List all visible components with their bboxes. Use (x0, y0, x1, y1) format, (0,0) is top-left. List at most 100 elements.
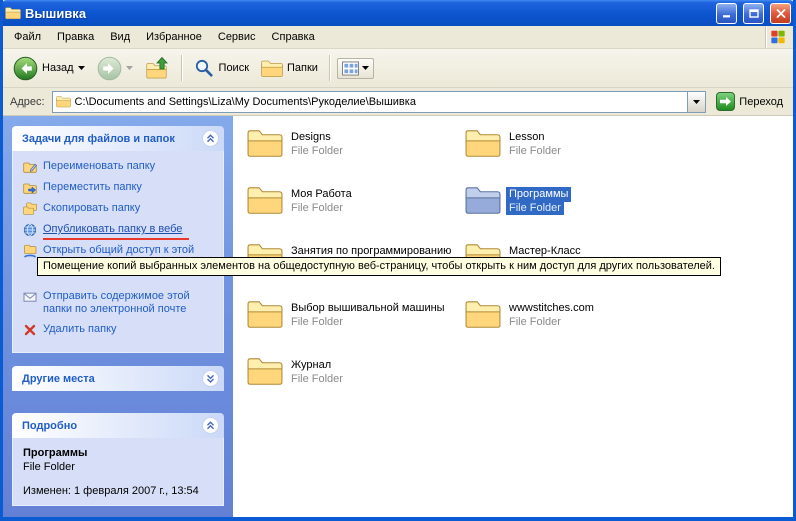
other-places-title: Другие места (22, 373, 202, 385)
share-folder-icon (23, 244, 37, 258)
chevron-up-icon (206, 134, 215, 143)
file-item-selected[interactable]: ПрограммыFile Folder (465, 185, 683, 242)
forward-button[interactable] (92, 53, 138, 84)
details-item-modified: Изменен: 1 февраля 2007 г., 13:54 (23, 485, 219, 497)
details-header[interactable]: Подробно (12, 413, 224, 438)
panel-file-tasks: Задачи для файлов и папок Переименовать … (12, 126, 224, 353)
details-item-name: Программы (23, 447, 219, 459)
back-icon (13, 56, 38, 81)
back-button[interactable]: Назад (8, 53, 90, 84)
publish-web-icon (23, 223, 37, 237)
address-label: Адрес: (10, 96, 45, 108)
annotation-underline (43, 238, 189, 240)
file-tasks-title: Задачи для файлов и папок (22, 133, 202, 145)
menu-view[interactable]: Вид (102, 28, 138, 46)
folder-icon (247, 128, 283, 158)
menu-file[interactable]: Файл (6, 28, 49, 46)
menu-tools[interactable]: Сервис (210, 28, 264, 46)
file-item[interactable]: Выбор вышивальной машиныFile Folder (247, 299, 465, 356)
task-move-folder[interactable]: Переместить папку (23, 181, 219, 195)
go-icon (716, 92, 735, 111)
task-delete-folder[interactable]: Удалить папку (23, 323, 219, 337)
window-folder-icon (5, 6, 21, 20)
go-button[interactable]: Переход (713, 92, 786, 111)
copy-folder-icon (23, 202, 37, 216)
folder-icon (247, 356, 283, 386)
minimize-button[interactable] (716, 3, 737, 24)
close-icon (776, 9, 786, 18)
other-places-header[interactable]: Другие места (12, 366, 224, 391)
move-folder-icon (23, 181, 37, 195)
views-button[interactable] (337, 58, 374, 79)
folder-icon (465, 299, 501, 329)
chevron-down-icon (206, 374, 215, 383)
go-label: Переход (739, 96, 783, 108)
task-copy-folder[interactable]: Скопировать папку (23, 202, 219, 216)
up-folder-icon (145, 56, 170, 80)
search-button[interactable]: Поиск (189, 55, 254, 82)
back-dropdown-icon (78, 66, 85, 70)
maximize-icon (749, 9, 759, 18)
collapse-button[interactable] (202, 130, 219, 147)
details-title: Подробно (22, 420, 202, 432)
maximize-button[interactable] (743, 3, 764, 24)
back-label: Назад (42, 62, 74, 74)
window-title: Вышивка (25, 6, 86, 21)
file-item[interactable]: wwwstitches.comFile Folder (465, 299, 683, 356)
folder-icon (247, 299, 283, 329)
task-email-folder[interactable]: Отправить содержимое этой папки по элект… (23, 290, 219, 316)
explorer-window: Вышивка Файл Правка Вид Избранное Сервис… (0, 0, 796, 521)
file-tasks-header[interactable]: Задачи для файлов и папок (12, 126, 224, 151)
file-item[interactable]: LessonFile Folder (465, 128, 683, 185)
tooltip: Помещение копий выбранных элементов на о… (37, 257, 721, 276)
folders-label: Папки (287, 62, 318, 74)
views-icon (342, 61, 359, 76)
file-item[interactable]: Моя РаботаFile Folder (247, 185, 465, 242)
rename-folder-icon (23, 160, 37, 174)
menu-favorites[interactable]: Избранное (138, 28, 210, 46)
close-button[interactable] (770, 3, 791, 24)
chevron-down-icon (693, 100, 700, 104)
task-share-folder[interactable]: Открыть общий доступ к этой (23, 244, 219, 258)
toolbar-separator (329, 55, 331, 81)
file-item[interactable]: DesignsFile Folder (247, 128, 465, 185)
menu-help[interactable]: Справка (264, 28, 323, 46)
folder-icon-selected (465, 185, 501, 215)
forward-dropdown-icon (126, 66, 133, 70)
folder-icon (247, 185, 283, 215)
details-item-type: File Folder (23, 461, 219, 473)
forward-icon (97, 56, 122, 81)
up-button[interactable] (140, 53, 175, 83)
folders-icon (261, 59, 283, 78)
toolbar: Назад Поиск Папки (3, 49, 793, 88)
address-path: C:\Documents and Settings\Liza\My Docume… (75, 96, 684, 108)
address-input[interactable]: C:\Documents and Settings\Liza\My Docume… (52, 91, 707, 113)
search-label: Поиск (219, 62, 249, 74)
task-publish-folder[interactable]: Опубликовать папку в вебе (23, 223, 219, 237)
address-bar: Адрес: C:\Documents and Settings\Liza\My… (3, 88, 793, 116)
email-icon (23, 290, 37, 304)
task-pane: Задачи для файлов и папок Переименовать … (3, 116, 233, 520)
chevron-up-icon (206, 421, 215, 430)
views-dropdown-icon (362, 66, 369, 70)
file-list-area: DesignsFile Folder Моя РаботаFile Folder… (233, 116, 793, 520)
address-dropdown-button[interactable] (687, 92, 705, 112)
panel-other-places: Другие места (12, 366, 224, 391)
content-area: Задачи для файлов и папок Переименовать … (3, 116, 793, 520)
search-icon (194, 58, 215, 79)
delete-icon (23, 323, 37, 337)
address-folder-icon (56, 95, 71, 108)
toolbar-separator (181, 55, 183, 81)
folder-icon (465, 128, 501, 158)
expand-button[interactable] (202, 370, 219, 387)
windows-logo-icon (765, 26, 790, 48)
minimize-icon (723, 15, 730, 17)
folders-button[interactable]: Папки (256, 56, 323, 81)
collapse-button[interactable] (202, 417, 219, 434)
file-item[interactable]: ЖурналFile Folder (247, 356, 465, 413)
task-rename-folder[interactable]: Переименовать папку (23, 160, 219, 174)
menu-bar: Файл Правка Вид Избранное Сервис Справка (3, 26, 793, 49)
title-bar: Вышивка (0, 0, 796, 26)
menu-edit[interactable]: Правка (49, 28, 102, 46)
panel-details: Подробно Программы File Folder Изменен: … (12, 413, 224, 506)
